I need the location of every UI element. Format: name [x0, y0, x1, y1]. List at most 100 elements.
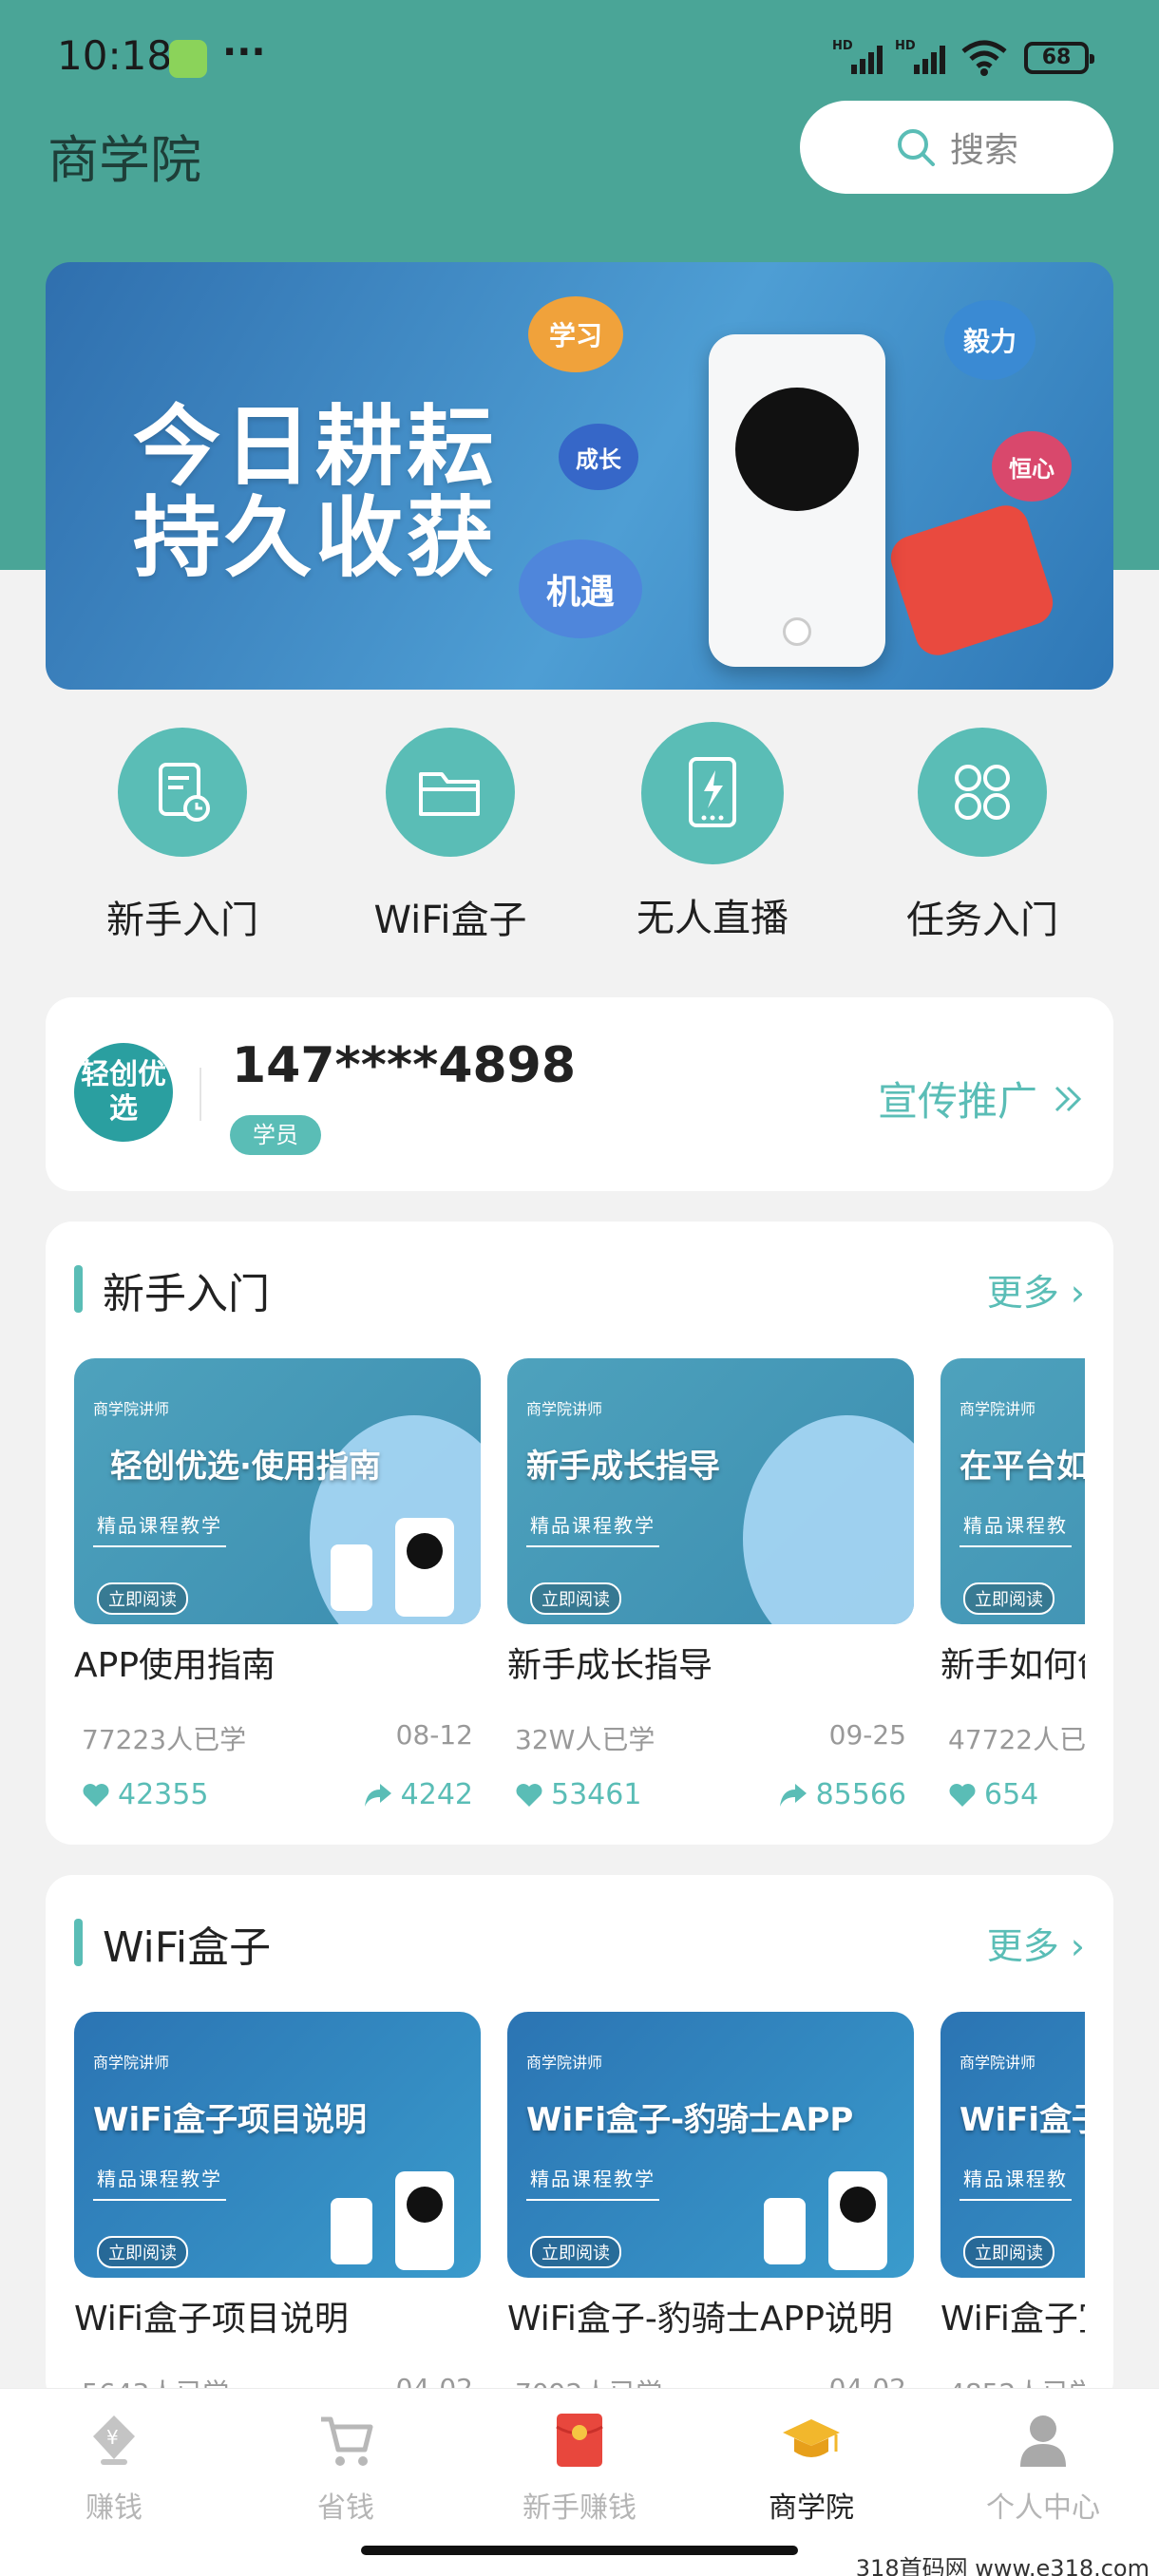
- section-wifi-box: WiFi盒子 更多 › 商学院讲师 WiFi盒子项目说明 精品课程教学 立即阅读…: [46, 1875, 1113, 2407]
- watermark: 318首码网 www.e318.com: [855, 2555, 1150, 2576]
- like-button[interactable]: 42355: [82, 1778, 208, 1811]
- tab-profile[interactable]: 个人中心: [948, 2410, 1138, 2526]
- signal-hd-2-icon: HD: [895, 39, 945, 74]
- section-beginner: 新手入门 更多 › 商学院讲师 轻创优选·使用指南 精品课程教学 立即阅读 AP…: [46, 1222, 1113, 1845]
- tab-newbie-earn[interactable]: 新手赚钱: [484, 2410, 674, 2526]
- cart-icon: [321, 2416, 373, 2466]
- tab-label: 商学院: [769, 2491, 854, 2525]
- banner-line2: 持久收获: [133, 487, 499, 589]
- user-phone: 147****4898: [232, 1037, 577, 1094]
- tab-save[interactable]: 省钱: [251, 2410, 441, 2526]
- red-envelope-icon: [556, 2414, 603, 2467]
- bubble-persistence: 恒心: [992, 431, 1072, 502]
- category-live[interactable]: 无人直播: [618, 722, 808, 942]
- course-title: WiFi盒子-豹骑士APP说明: [507, 2300, 893, 2339]
- tab-academy[interactable]: 商学院: [716, 2410, 906, 2526]
- svg-text:¥: ¥: [106, 2426, 119, 2449]
- course-card[interactable]: 商学院讲师 WiFi盒子项目说明 精品课程教学 立即阅读 WiFi盒子项目说明 …: [74, 2012, 481, 2407]
- tab-label: 赚钱: [86, 2491, 142, 2525]
- course-carousel[interactable]: 商学院讲师 WiFi盒子项目说明 精品课程教学 立即阅读 WiFi盒子项目说明 …: [74, 2012, 1085, 2407]
- course-carousel[interactable]: 商学院讲师 轻创优选·使用指南 精品课程教学 立即阅读 APP使用指南 7722…: [74, 1358, 1085, 1845]
- bubble-opportunity: 机遇: [519, 540, 642, 638]
- course-thumbnail: 商学院讲师 WiFi盒子项目说明 精品课程教学 立即阅读: [74, 2012, 481, 2278]
- share-arrow-icon: [779, 1783, 807, 1807]
- promo-banner[interactable]: 今日耕耘 持久收获 学习 成长 机遇 毅力 恒心: [46, 262, 1113, 690]
- category-beginner[interactable]: 新手入门: [87, 728, 277, 944]
- course-title: 新手成长指导: [507, 1646, 713, 1685]
- course-card[interactable]: 商学院讲师 在平台如 精品课程教 立即阅读 新手如何创 47722人已学 654: [940, 1358, 1085, 1811]
- chevron-right-icon: ›: [1070, 1925, 1085, 1967]
- search-label: 搜索: [949, 131, 1018, 170]
- section-marker: [74, 1919, 83, 1966]
- status-bar: 10:18 ··· HD HD 68: [0, 0, 1159, 114]
- section-title: WiFi盒子: [103, 1923, 272, 1972]
- search-icon: [897, 129, 935, 166]
- bubble-growth: 成长: [559, 424, 638, 490]
- category-label: WiFi盒子: [373, 899, 527, 942]
- course-thumbnail: 商学院讲师 WiFi盒子 精品课程教 立即阅读: [940, 2012, 1085, 2278]
- share-button[interactable]: 85566: [778, 1778, 906, 1811]
- document-clock-icon: [159, 763, 210, 822]
- svg-text:HD: HD: [895, 39, 916, 53]
- signal-hd-1-icon: HD: [832, 39, 883, 74]
- double-chevron-right-icon: [1054, 1086, 1082, 1111]
- course-thumbnail: 商学院讲师 WiFi盒子-豹骑士APP 精品课程教学 立即阅读: [507, 2012, 914, 2278]
- status-time: 10:18: [57, 32, 173, 79]
- share-button[interactable]: 4242: [363, 1778, 473, 1811]
- graduation-cap-icon: [783, 2419, 840, 2457]
- learner-count: 77223人已学: [82, 1724, 247, 1755]
- learner-count: 47722人已学: [948, 1724, 1085, 1755]
- home-indicator[interactable]: [361, 2546, 798, 2555]
- heart-icon: [83, 1783, 109, 1807]
- svg-text:HD: HD: [832, 39, 853, 53]
- course-thumbnail: 商学院讲师 新手成长指导 精品课程教学 立即阅读: [507, 1358, 914, 1624]
- divider: [200, 1068, 201, 1121]
- promote-button[interactable]: 宣传推广: [878, 1070, 1085, 1127]
- clover-icon: [955, 765, 1010, 820]
- heart-icon: [516, 1783, 542, 1807]
- wifi-icon: [961, 40, 1007, 76]
- brand-logo: 轻创优选: [74, 1043, 173, 1142]
- course-title: 新手如何创: [940, 1646, 1085, 1685]
- course-title: APP使用指南: [74, 1646, 276, 1685]
- section-marker: [74, 1265, 83, 1313]
- search-button[interactable]: 搜索: [800, 101, 1113, 194]
- tab-label: 个人中心: [986, 2491, 1100, 2525]
- like-button[interactable]: 53461: [515, 1778, 641, 1811]
- tab-label: 省钱: [317, 2491, 374, 2525]
- more-link[interactable]: 更多 ›: [987, 1263, 1085, 1316]
- folder-icon: [419, 772, 480, 816]
- tab-label: 新手赚钱: [522, 2491, 636, 2525]
- course-card[interactable]: 商学院讲师 WiFi盒子-豹骑士APP 精品课程教学 立即阅读 WiFi盒子-豹…: [507, 2012, 914, 2407]
- heart-icon: [949, 1783, 976, 1807]
- bubble-perseverance: 毅力: [944, 300, 1036, 380]
- user-card: 轻创优选 147****4898 学员 宣传推广: [46, 997, 1113, 1191]
- bubble-study: 学习: [528, 296, 623, 372]
- wifi-device-image: [709, 334, 885, 667]
- course-title: WiFi盒子项目说明: [74, 2300, 349, 2339]
- promote-label: 宣传推广: [877, 1078, 1037, 1125]
- person-icon: [1020, 2415, 1066, 2467]
- category-task[interactable]: 任务入门: [887, 728, 1077, 944]
- phone-bolt-icon: [689, 757, 736, 827]
- tab-earn[interactable]: ¥ 赚钱: [19, 2410, 209, 2526]
- like-button[interactable]: 654: [948, 1778, 1038, 1811]
- course-card[interactable]: 商学院讲师 新手成长指导 精品课程教学 立即阅读 新手成长指导 32W人已学 09…: [507, 1358, 914, 1811]
- course-card[interactable]: 商学院讲师 轻创优选·使用指南 精品课程教学 立即阅读 APP使用指南 7722…: [74, 1358, 481, 1811]
- battery-indicator: 68: [1024, 42, 1094, 74]
- course-card[interactable]: 商学院讲师 WiFi盒子 精品课程教 立即阅读 WiFi盒子宣 4852人已学: [940, 2012, 1085, 2407]
- banner-sleeve: [884, 500, 1059, 661]
- category-label: 新手入门: [106, 899, 258, 942]
- course-thumbnail: 商学院讲师 在平台如 精品课程教 立即阅读: [940, 1358, 1085, 1624]
- page-title: 商学院: [48, 130, 201, 190]
- chevron-right-icon: ›: [1070, 1272, 1085, 1314]
- course-date: 09-25: [828, 1719, 906, 1751]
- category-wifi-box[interactable]: WiFi盒子: [355, 728, 545, 944]
- member-badge: 学员: [230, 1115, 321, 1155]
- course-date: 08-12: [395, 1719, 473, 1751]
- course-title: WiFi盒子宣: [940, 2300, 1085, 2339]
- course-thumbnail: 商学院讲师 轻创优选·使用指南 精品课程教学 立即阅读: [74, 1358, 481, 1624]
- more-link[interactable]: 更多 ›: [987, 1917, 1085, 1969]
- learner-count: 32W人已学: [515, 1724, 656, 1755]
- more-notifications-icon: ···: [222, 30, 266, 74]
